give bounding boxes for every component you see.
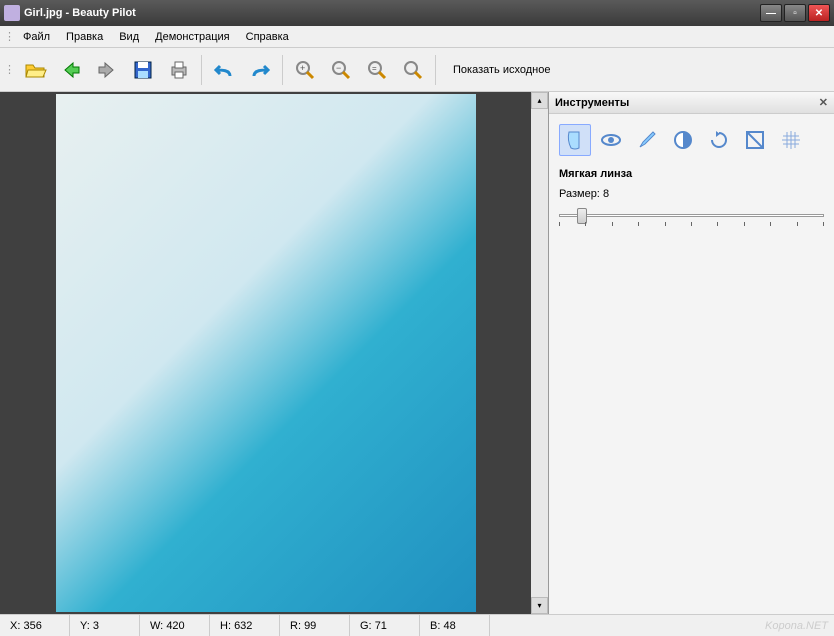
size-label: Размер: 8 <box>559 188 824 200</box>
titlebar: Girl.jpg - Beauty Pilot — ▫ ✕ <box>0 0 834 26</box>
zoom-actual-button[interactable] <box>397 54 429 86</box>
panel-title: Инструменты <box>555 97 819 109</box>
status-h: H: 632 <box>210 615 280 636</box>
arrow-left-icon <box>59 58 83 82</box>
menu-demo[interactable]: Демонстрация <box>147 29 238 45</box>
undo-icon <box>212 58 236 82</box>
back-button[interactable] <box>55 54 87 86</box>
rotate-tool[interactable] <box>703 124 735 156</box>
contrast-tool[interactable] <box>667 124 699 156</box>
canvas-area[interactable] <box>0 92 531 614</box>
save-icon <box>131 58 155 82</box>
panel-header: Инструменты ✕ <box>549 92 834 114</box>
toolbar-grip: ⋮ <box>4 63 13 76</box>
minimize-button[interactable]: — <box>760 4 782 22</box>
status-w: W: 420 <box>140 615 210 636</box>
resize-tool[interactable] <box>739 124 771 156</box>
brush-icon <box>635 128 659 152</box>
close-button[interactable]: ✕ <box>808 4 830 22</box>
svg-text:−: − <box>336 63 341 73</box>
grid-icon <box>779 128 803 152</box>
statusbar: X: 356 Y: 3 W: 420 H: 632 R: 99 G: 71 B:… <box>0 614 834 636</box>
menu-file[interactable]: Файл <box>15 29 58 45</box>
zoom-out-icon: − <box>329 58 353 82</box>
eye-tool[interactable] <box>595 124 627 156</box>
scroll-down-button[interactable]: ▾ <box>531 597 548 614</box>
zoom-out-button[interactable]: − <box>325 54 357 86</box>
zoom-in-button[interactable]: + <box>289 54 321 86</box>
status-r: R: 99 <box>280 615 350 636</box>
zoom-fit-button[interactable]: = <box>361 54 393 86</box>
grid-tool[interactable] <box>775 124 807 156</box>
scroll-up-button[interactable]: ▴ <box>531 92 548 109</box>
svg-text:+: + <box>300 63 305 73</box>
resize-icon <box>743 128 767 152</box>
undo-button[interactable] <box>208 54 240 86</box>
open-button[interactable] <box>19 54 51 86</box>
save-button[interactable] <box>127 54 159 86</box>
folder-open-icon <box>23 58 47 82</box>
status-y: Y: 3 <box>70 615 140 636</box>
toolbar: ⋮ + − = Показать исходное <box>0 48 834 92</box>
arrow-right-icon <box>95 58 119 82</box>
size-slider[interactable] <box>559 204 824 228</box>
forward-button[interactable] <box>91 54 123 86</box>
status-b: B: 48 <box>420 615 490 636</box>
slider-track <box>559 214 824 217</box>
vertical-scrollbar[interactable]: ▴ ▾ <box>531 92 548 614</box>
panel-close-button[interactable]: ✕ <box>819 96 828 109</box>
window-title: Girl.jpg - Beauty Pilot <box>24 7 760 19</box>
document-image <box>56 94 476 612</box>
watermark: Kopona.NET <box>765 620 828 632</box>
redo-button[interactable] <box>244 54 276 86</box>
tools-panel: Инструменты ✕ <box>548 92 834 614</box>
section-title: Мягкая линза <box>559 168 824 180</box>
skin-tool[interactable] <box>559 124 591 156</box>
status-g: G: 71 <box>350 615 420 636</box>
menu-view[interactable]: Вид <box>111 29 147 45</box>
face-icon <box>563 128 587 152</box>
status-x: X: 356 <box>0 615 70 636</box>
tool-icons-row <box>559 124 824 156</box>
workspace: ▴ ▾ Инструменты ✕ <box>0 92 834 614</box>
eye-icon <box>599 128 623 152</box>
brush-tool[interactable] <box>631 124 663 156</box>
print-icon <box>167 58 191 82</box>
zoom-in-icon: + <box>293 58 317 82</box>
print-button[interactable] <box>163 54 195 86</box>
show-original-button[interactable]: Показать исходное <box>442 54 561 86</box>
menubar: ⋮ Файл Правка Вид Демонстрация Справка <box>0 26 834 48</box>
scroll-track[interactable] <box>531 109 548 597</box>
contrast-icon <box>671 128 695 152</box>
svg-text:=: = <box>372 64 377 73</box>
maximize-button[interactable]: ▫ <box>784 4 806 22</box>
redo-icon <box>248 58 272 82</box>
zoom-actual-icon <box>401 58 425 82</box>
menu-help[interactable]: Справка <box>238 29 297 45</box>
menu-grip: ⋮ <box>4 30 13 43</box>
zoom-fit-icon: = <box>365 58 389 82</box>
slider-ticks <box>559 222 824 226</box>
menu-edit[interactable]: Правка <box>58 29 111 45</box>
app-icon <box>4 5 20 21</box>
rotate-icon <box>707 128 731 152</box>
